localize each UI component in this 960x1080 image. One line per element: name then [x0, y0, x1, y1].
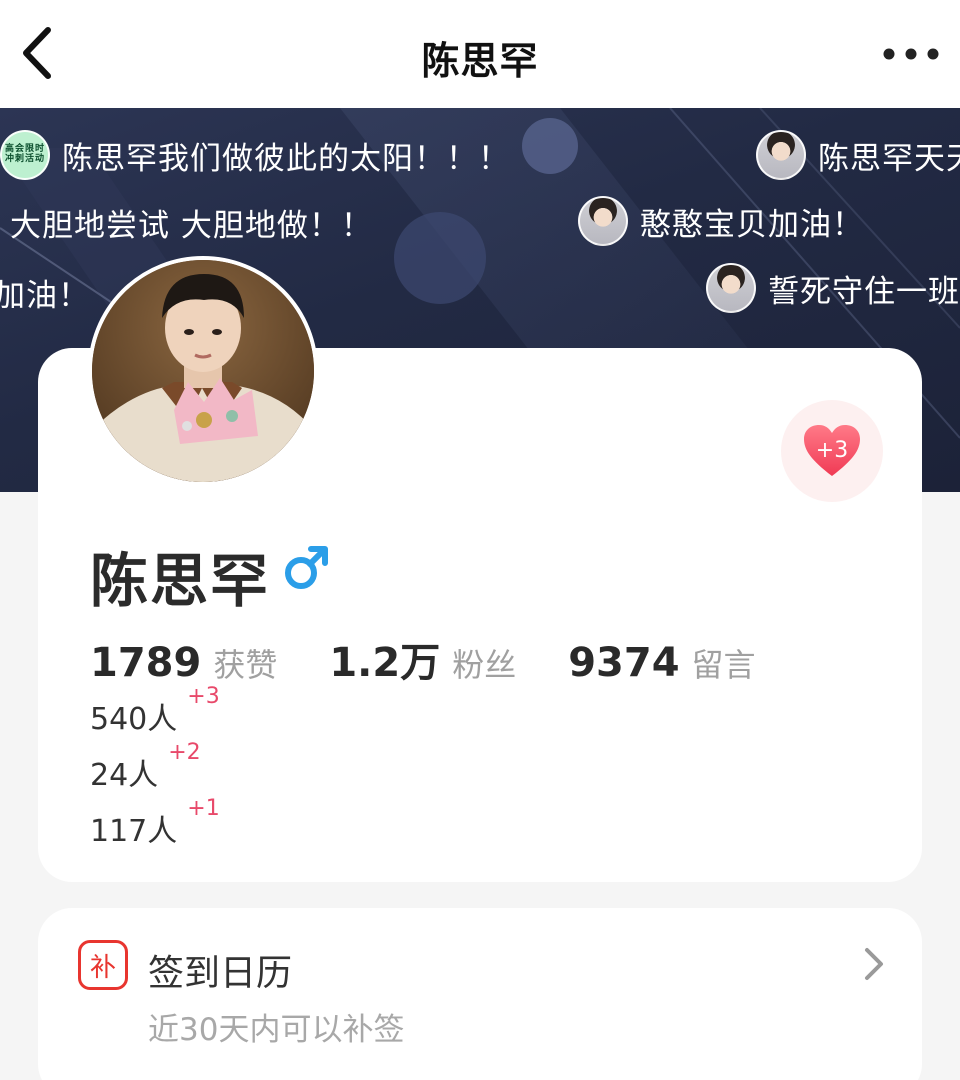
- event-badge-avatar: 高会限时 冲刺活动: [0, 130, 50, 180]
- user-avatar: [756, 130, 806, 180]
- stat-value: 1.2万: [329, 640, 441, 686]
- profile-avatar[interactable]: [88, 256, 318, 486]
- danmaku-text: 憨憨宝贝加油！: [640, 206, 864, 243]
- sign-in-calendar-card[interactable]: 补 签到日历 近30天内可以补签: [38, 908, 922, 1080]
- count-people: 117人: [90, 814, 178, 849]
- danmaku-message: 大胆地尝试 大胆地做！！: [10, 200, 373, 245]
- danmaku-text: 陈思罕天天: [818, 140, 960, 177]
- stat-label: 粉丝: [452, 646, 517, 684]
- danmaku-message: 誓死守住一班: [706, 263, 960, 313]
- danmaku-message: 陈思罕天天: [756, 130, 960, 180]
- profile-stats: 1789 获赞 1.2万 粉丝 9374 留言: [90, 630, 808, 688]
- profile-photo: [92, 260, 314, 482]
- stat-label: 留言: [691, 646, 756, 684]
- danmaku-message: 高会限时 冲刺活动 陈思罕我们做彼此的太阳！！！: [0, 130, 510, 180]
- count-delta: +2: [168, 740, 201, 765]
- count-people: 540人: [90, 702, 178, 737]
- danmaku-text: 大胆地尝试 大胆地做！！: [10, 208, 373, 244]
- danmaku-text: 誓死守住一班: [768, 273, 960, 310]
- count-delta: +1: [187, 796, 220, 821]
- profile-page: 陈思罕 高会限时 冲刺活动 陈思罕我们做彼此的太阳！！！ 陈思罕天 大胆地尝试 …: [0, 0, 960, 1080]
- like-button[interactable]: +3: [781, 400, 883, 502]
- stat-value: 9374: [568, 640, 680, 686]
- stat-label: 获赞: [213, 646, 278, 684]
- count-people: 24人: [90, 758, 159, 793]
- makeup-sign-icon: 补: [78, 940, 128, 990]
- top-nav-bar: 陈思罕: [0, 0, 960, 108]
- stat-likes[interactable]: 1789 获赞: [90, 640, 277, 686]
- chevron-right-icon: [862, 946, 886, 986]
- danmaku-message: 憨憨宝贝加油！: [578, 196, 864, 246]
- danmaku-message: 加油！: [0, 270, 90, 315]
- stat-fans[interactable]: 1.2万 粉丝: [329, 630, 516, 688]
- danmaku-text: 陈思罕我们做彼此的太阳！！！: [62, 140, 510, 177]
- profile-name: 陈思罕: [90, 547, 271, 615]
- more-horizontal-icon: [883, 48, 939, 60]
- badge-line: 冲刺活动: [4, 154, 45, 164]
- more-button[interactable]: [880, 36, 942, 72]
- stat-messages[interactable]: 9374 留言: [568, 640, 755, 686]
- calendar-subtitle: 近30天内可以补签: [148, 1012, 405, 1048]
- user-avatar: [706, 263, 756, 313]
- danmaku-text: 加油！: [0, 278, 90, 314]
- male-icon: [282, 544, 330, 596]
- user-avatar: [578, 196, 628, 246]
- count-row: 540人 +3: [90, 684, 220, 738]
- page-title: 陈思罕: [421, 39, 539, 83]
- like-count: +3: [815, 437, 849, 463]
- stat-value: 1789: [90, 640, 202, 686]
- count-delta: +3: [187, 684, 220, 709]
- calendar-title: 签到日历: [148, 953, 293, 994]
- count-row: 24人 +2: [90, 740, 201, 794]
- count-row: 117人 +1: [90, 796, 220, 850]
